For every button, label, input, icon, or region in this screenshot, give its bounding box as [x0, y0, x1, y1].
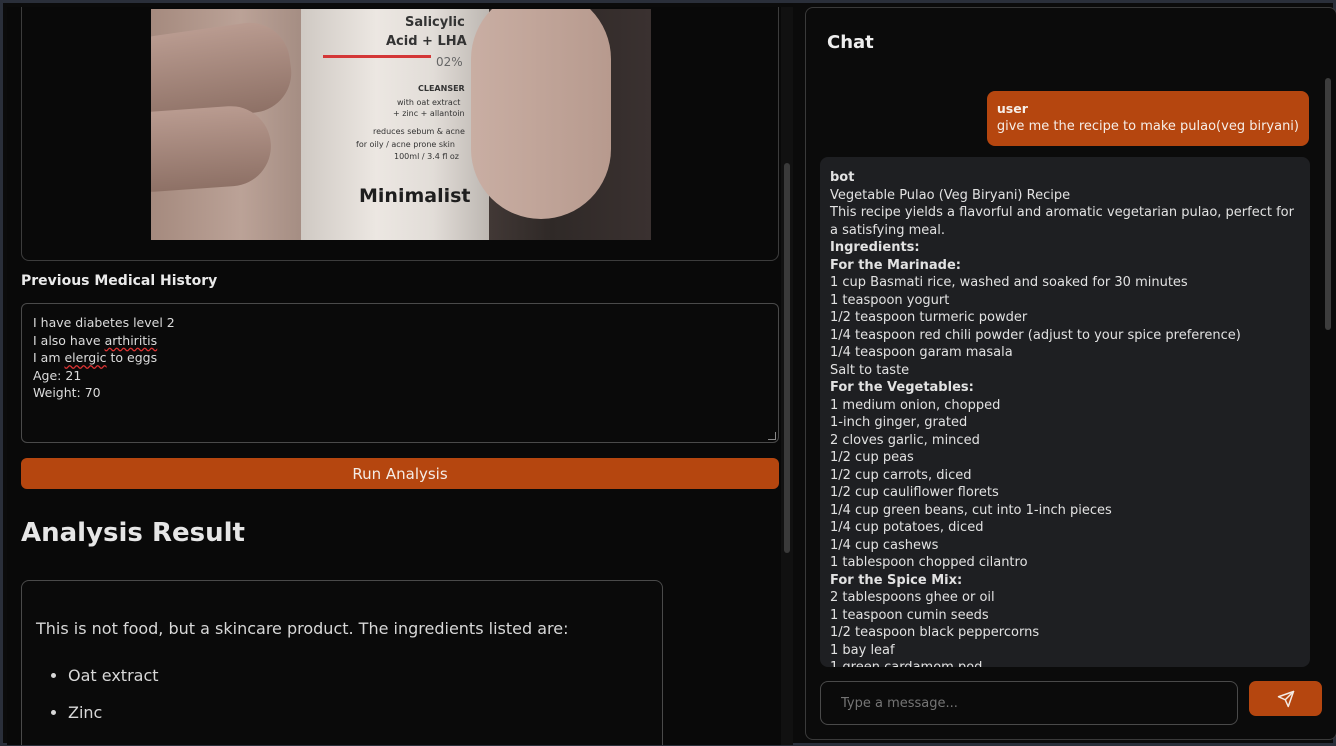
bot-message-line: 1/2 teaspoon black peppercorns — [830, 625, 1040, 640]
history-line: I am elergic to eggs — [33, 349, 767, 367]
bot-message-line: For the Vegetables: — [830, 380, 974, 395]
label-line: Acid + LHA — [386, 34, 467, 49]
label-line: + zinc + allantoin — [393, 109, 465, 118]
label-line: 100ml / 3.4 fl oz — [394, 152, 460, 161]
history-text: Age: 21 — [33, 367, 82, 383]
bot-message-body: Vegetable Pulao (Veg Biryani) Recipe This… — [830, 187, 1300, 668]
misspelled-word: elergic — [64, 350, 107, 365]
misspelled-word: arthiritis — [104, 332, 158, 348]
product-photo: Salicylic Acid + LHA 02% CLEANSER with o… — [151, 9, 651, 240]
history-line: I have diabetes level 2 — [33, 314, 767, 332]
app-window: Salicylic Acid + LHA 02% CLEANSER with o… — [0, 0, 1336, 746]
bot-message-line: 1/2 teaspoon turmeric powder — [830, 310, 1028, 325]
history-label: Previous Medical History — [21, 273, 218, 289]
bot-message-line: 1 green cardamom pod — [830, 659, 1300, 667]
message-sender: bot — [830, 170, 855, 185]
bot-message-line: 1/2 cup cauliflower florets — [830, 485, 999, 500]
label-red-line — [323, 55, 431, 58]
bot-message: bot Vegetable Pulao (Veg Biryani) Recipe… — [820, 157, 1310, 667]
finger-shape — [151, 103, 274, 195]
label-line: reduces sebum & acne — [373, 127, 465, 136]
chat-scrollbar[interactable] — [1324, 78, 1332, 668]
history-text: I also have — [33, 332, 105, 348]
thumb-shape — [471, 9, 611, 219]
bot-message-line: 1/4 cup potatoes, diced — [830, 520, 984, 535]
list-item: Oat extract — [68, 666, 648, 685]
label-line: CLEANSER — [418, 84, 465, 93]
bot-message-line: 1/4 teaspoon garam masala — [830, 345, 1013, 360]
label-line: Salicylic — [405, 15, 465, 30]
message-sender: user — [996, 101, 1028, 116]
send-button[interactable] — [1249, 681, 1322, 716]
chat-panel: Chat user give me the recipe to make pul… — [805, 7, 1336, 740]
result-heading: Analysis Result — [21, 518, 245, 548]
bot-message-line: 2 cloves garlic, minced — [830, 432, 980, 448]
bot-message-line: 1/2 cup peas — [830, 450, 914, 465]
resize-handle[interactable] — [768, 432, 776, 440]
medical-history-textarea[interactable]: I have diabetes level 2 I also have arth… — [21, 303, 779, 443]
ingredient-list: Oat extract Zinc — [68, 666, 648, 722]
bot-message-line: Vegetable Pulao (Veg Biryani) Recipe — [830, 187, 1071, 203]
list-item: Zinc — [68, 703, 648, 722]
message-text: give me the recipe to make pulao(veg bir… — [996, 119, 1299, 134]
user-message: user give me the recipe to make pulao(ve… — [986, 91, 1309, 146]
message-input[interactable] — [820, 681, 1238, 725]
image-preview-box: Salicylic Acid + LHA 02% CLEANSER with o… — [21, 7, 779, 261]
bot-message-line: Ingredients: — [830, 240, 920, 255]
bot-message-line: 2 tablespoons ghee or oil — [830, 590, 995, 605]
history-line: I also have arthiritis — [33, 332, 767, 350]
left-scrollbar[interactable] — [781, 7, 793, 745]
scrollbar-thumb[interactable] — [1325, 78, 1331, 330]
bot-message-line: 1 bay leaf — [830, 642, 895, 658]
chat-title: Chat — [827, 32, 874, 53]
bot-message-line: Salt to taste — [830, 362, 910, 378]
label-line: with oat extract — [397, 98, 461, 107]
bot-message-line: 1/2 cup carrots, diced — [830, 467, 972, 483]
label-line: for oily / acne prone skin — [356, 140, 455, 149]
bot-message-line: For the Marinade: — [830, 257, 961, 273]
scrollbar-thumb[interactable] — [784, 163, 790, 553]
history-text: I am — [33, 350, 65, 365]
bot-message-line: 1 teaspoon cumin seeds — [830, 607, 989, 623]
bot-message-line: 1 tablespoon chopped cilantro — [830, 555, 1028, 570]
bot-message-line: 1/4 teaspoon red chili powder (adjust to… — [830, 327, 1241, 343]
label-line: 02% — [436, 55, 463, 69]
bot-message-line: 1-inch ginger, grated — [830, 415, 968, 430]
bot-message-line: This recipe yields a flavorful and aroma… — [830, 205, 1294, 238]
bot-message-line: 1 cup Basmati rice, washed and soaked fo… — [830, 275, 1188, 290]
history-text: I have diabetes level 2 — [33, 315, 175, 330]
send-icon — [1277, 690, 1294, 707]
bot-message-line: 1 teaspoon yogurt — [830, 292, 950, 308]
bot-message-line: 1/4 cup cashews — [830, 537, 939, 553]
history-line: Age: 21 — [33, 367, 767, 385]
bot-message-line: For the Spice Mix: — [830, 572, 963, 588]
history-text: to eggs — [106, 350, 158, 365]
history-line: Weight: 70 — [33, 384, 767, 402]
history-text: Weight: 70 — [33, 385, 101, 400]
run-analysis-button[interactable]: Run Analysis — [21, 458, 779, 489]
analysis-panel: Salicylic Acid + LHA 02% CLEANSER with o… — [7, 7, 793, 745]
result-card: This is not food, but a skincare product… — [21, 580, 663, 745]
bot-message-line: 1/4 cup green beans, cut into 1-inch pie… — [830, 502, 1112, 518]
brand-logo: Minimalist — [359, 185, 471, 207]
result-text: This is not food, but a skincare product… — [36, 619, 569, 638]
bot-message-line: 1 medium onion, chopped — [830, 397, 1001, 413]
